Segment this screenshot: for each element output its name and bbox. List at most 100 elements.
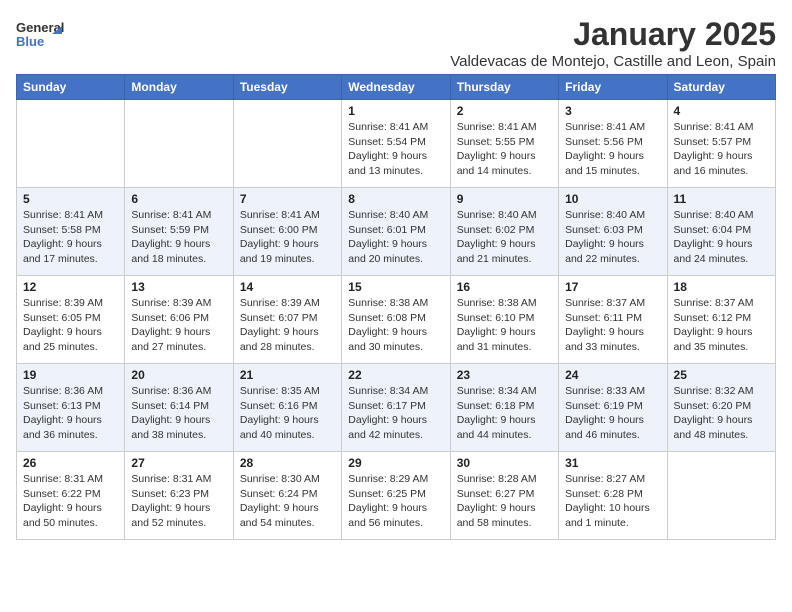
day-info: Sunrise: 8:27 AMSunset: 6:28 PMDaylight:…: [565, 472, 660, 531]
week-row-5: 26Sunrise: 8:31 AMSunset: 6:22 PMDayligh…: [17, 452, 776, 540]
day-number: 5: [23, 192, 118, 206]
day-info: Sunrise: 8:30 AMSunset: 6:24 PMDaylight:…: [240, 472, 335, 531]
header-sunday: Sunday: [17, 75, 125, 100]
calendar-cell: 5 Sunrise: 8:41 AMSunset: 5:58 PMDaylight…: [17, 188, 125, 276]
month-title: January 2025: [450, 16, 776, 53]
calendar-cell: 31Sunrise: 8:27 AMSunset: 6:28 PMDayligh…: [559, 452, 667, 540]
day-number: 18: [674, 280, 769, 294]
header-wednesday: Wednesday: [342, 75, 450, 100]
day-number: 6: [131, 192, 226, 206]
day-info: Sunrise: 8:32 AMSunset: 6:20 PMDaylight:…: [674, 384, 769, 443]
day-info: Sunrise: 8:34 AMSunset: 6:18 PMDaylight:…: [457, 384, 552, 443]
day-number: 24: [565, 368, 660, 382]
day-number: 8: [348, 192, 443, 206]
week-row-4: 19 Sunrise: 8:36 AMSunset: 6:13 PMDayligh…: [17, 364, 776, 452]
day-number: 16: [457, 280, 552, 294]
header-monday: Monday: [125, 75, 233, 100]
day-info: Sunrise: 8:41 AMSunset: 5:55 PMDaylight:…: [457, 120, 552, 179]
page-header: General Blue January 2025 Valdevacas de …: [16, 16, 776, 70]
calendar-cell: 30 Sunrise: 8:28 AMSunset: 6:27 PMDayligh…: [450, 452, 558, 540]
header-saturday: Saturday: [667, 75, 775, 100]
day-number: 15: [348, 280, 443, 294]
day-info: Sunrise: 8:41 AMSunset: 5:59 PMDaylight:…: [131, 208, 226, 267]
calendar-cell: 22 Sunrise: 8:34 AMSunset: 6:17 PMDayligh…: [342, 364, 450, 452]
calendar-cell: [125, 100, 233, 188]
calendar-cell: 19 Sunrise: 8:36 AMSunset: 6:13 PMDayligh…: [17, 364, 125, 452]
calendar-cell: 25 Sunrise: 8:32 AMSunset: 6:20 PMDayligh…: [667, 364, 775, 452]
day-number: 19: [23, 368, 118, 382]
calendar-cell: 13 Sunrise: 8:39 AMSunset: 6:06 PMDayligh…: [125, 276, 233, 364]
day-info: Sunrise: 8:34 AMSunset: 6:17 PMDaylight:…: [348, 384, 443, 443]
day-info: Sunrise: 8:33 AMSunset: 6:19 PMDaylight:…: [565, 384, 660, 443]
day-number: 23: [457, 368, 552, 382]
calendar-cell: 14 Sunrise: 8:39 AMSunset: 6:07 PMDayligh…: [233, 276, 341, 364]
day-info: Sunrise: 8:37 AMSunset: 6:12 PMDaylight:…: [674, 296, 769, 355]
calendar-cell: 1 Sunrise: 8:41 AMSunset: 5:54 PMDaylight…: [342, 100, 450, 188]
day-number: 29: [348, 456, 443, 470]
calendar-cell: [233, 100, 341, 188]
day-number: 22: [348, 368, 443, 382]
day-info: Sunrise: 8:39 AMSunset: 6:07 PMDaylight:…: [240, 296, 335, 355]
day-number: 11: [674, 192, 769, 206]
day-info: Sunrise: 8:40 AMSunset: 6:03 PMDaylight:…: [565, 208, 660, 267]
calendar-cell: 27 Sunrise: 8:31 AMSunset: 6:23 PMDayligh…: [125, 452, 233, 540]
day-number: 30: [457, 456, 552, 470]
day-info: Sunrise: 8:41 AMSunset: 5:54 PMDaylight:…: [348, 120, 443, 179]
calendar-cell: 21 Sunrise: 8:35 AMSunset: 6:16 PMDayligh…: [233, 364, 341, 452]
calendar-cell: 17Sunrise: 8:37 AMSunset: 6:11 PMDayligh…: [559, 276, 667, 364]
day-number: 21: [240, 368, 335, 382]
day-info: Sunrise: 8:38 AMSunset: 6:10 PMDaylight:…: [457, 296, 552, 355]
calendar-cell: 18 Sunrise: 8:37 AMSunset: 6:12 PMDayligh…: [667, 276, 775, 364]
day-number: 27: [131, 456, 226, 470]
day-info: Sunrise: 8:31 AMSunset: 6:23 PMDaylight:…: [131, 472, 226, 531]
day-info: Sunrise: 8:41 AMSunset: 6:00 PMDaylight:…: [240, 208, 335, 267]
week-row-3: 12 Sunrise: 8:39 AMSunset: 6:05 PMDayligh…: [17, 276, 776, 364]
calendar-cell: 2 Sunrise: 8:41 AMSunset: 5:55 PMDaylight…: [450, 100, 558, 188]
day-number: 2: [457, 104, 552, 118]
calendar-header-row: SundayMondayTuesdayWednesdayThursdayFrid…: [17, 75, 776, 100]
day-number: 17: [565, 280, 660, 294]
day-info: Sunrise: 8:35 AMSunset: 6:16 PMDaylight:…: [240, 384, 335, 443]
day-info: Sunrise: 8:39 AMSunset: 6:06 PMDaylight:…: [131, 296, 226, 355]
calendar-cell: 7 Sunrise: 8:41 AMSunset: 6:00 PMDaylight…: [233, 188, 341, 276]
calendar-table: SundayMondayTuesdayWednesdayThursdayFrid…: [16, 74, 776, 540]
header-tuesday: Tuesday: [233, 75, 341, 100]
day-number: 7: [240, 192, 335, 206]
calendar-cell: 3 Sunrise: 8:41 AMSunset: 5:56 PMDaylight…: [559, 100, 667, 188]
logo: General Blue: [16, 16, 66, 58]
day-number: 3: [565, 104, 660, 118]
day-info: Sunrise: 8:36 AMSunset: 6:13 PMDaylight:…: [23, 384, 118, 443]
day-info: Sunrise: 8:41 AMSunset: 5:58 PMDaylight:…: [23, 208, 118, 267]
day-number: 4: [674, 104, 769, 118]
day-number: 14: [240, 280, 335, 294]
day-info: Sunrise: 8:40 AMSunset: 6:01 PMDaylight:…: [348, 208, 443, 267]
calendar-cell: 23 Sunrise: 8:34 AMSunset: 6:18 PMDayligh…: [450, 364, 558, 452]
day-info: Sunrise: 8:39 AMSunset: 6:05 PMDaylight:…: [23, 296, 118, 355]
header-friday: Friday: [559, 75, 667, 100]
day-info: Sunrise: 8:28 AMSunset: 6:27 PMDaylight:…: [457, 472, 552, 531]
calendar-cell: 12 Sunrise: 8:39 AMSunset: 6:05 PMDayligh…: [17, 276, 125, 364]
calendar-cell: 15 Sunrise: 8:38 AMSunset: 6:08 PMDayligh…: [342, 276, 450, 364]
calendar-cell: 28Sunrise: 8:30 AMSunset: 6:24 PMDayligh…: [233, 452, 341, 540]
calendar-cell: [17, 100, 125, 188]
subtitle: Valdevacas de Montejo, Castille and Leon…: [450, 53, 776, 70]
calendar-cell: 24 Sunrise: 8:33 AMSunset: 6:19 PMDayligh…: [559, 364, 667, 452]
svg-text:Blue: Blue: [16, 34, 44, 49]
calendar-cell: 20Sunrise: 8:36 AMSunset: 6:14 PMDayligh…: [125, 364, 233, 452]
calendar-cell: 29Sunrise: 8:29 AMSunset: 6:25 PMDayligh…: [342, 452, 450, 540]
logo-svg: General Blue: [16, 16, 66, 58]
calendar-cell: 9Sunrise: 8:40 AMSunset: 6:02 PMDaylight…: [450, 188, 558, 276]
header-thursday: Thursday: [450, 75, 558, 100]
calendar-cell: 11Sunrise: 8:40 AMSunset: 6:04 PMDayligh…: [667, 188, 775, 276]
day-number: 13: [131, 280, 226, 294]
day-number: 12: [23, 280, 118, 294]
day-number: 9: [457, 192, 552, 206]
day-info: Sunrise: 8:38 AMSunset: 6:08 PMDaylight:…: [348, 296, 443, 355]
week-row-1: 1 Sunrise: 8:41 AMSunset: 5:54 PMDaylight…: [17, 100, 776, 188]
day-number: 20: [131, 368, 226, 382]
day-number: 1: [348, 104, 443, 118]
title-block: January 2025 Valdevacas de Montejo, Cast…: [450, 16, 776, 70]
day-number: 25: [674, 368, 769, 382]
calendar-cell: 16 Sunrise: 8:38 AMSunset: 6:10 PMDayligh…: [450, 276, 558, 364]
day-info: Sunrise: 8:41 AMSunset: 5:56 PMDaylight:…: [565, 120, 660, 179]
